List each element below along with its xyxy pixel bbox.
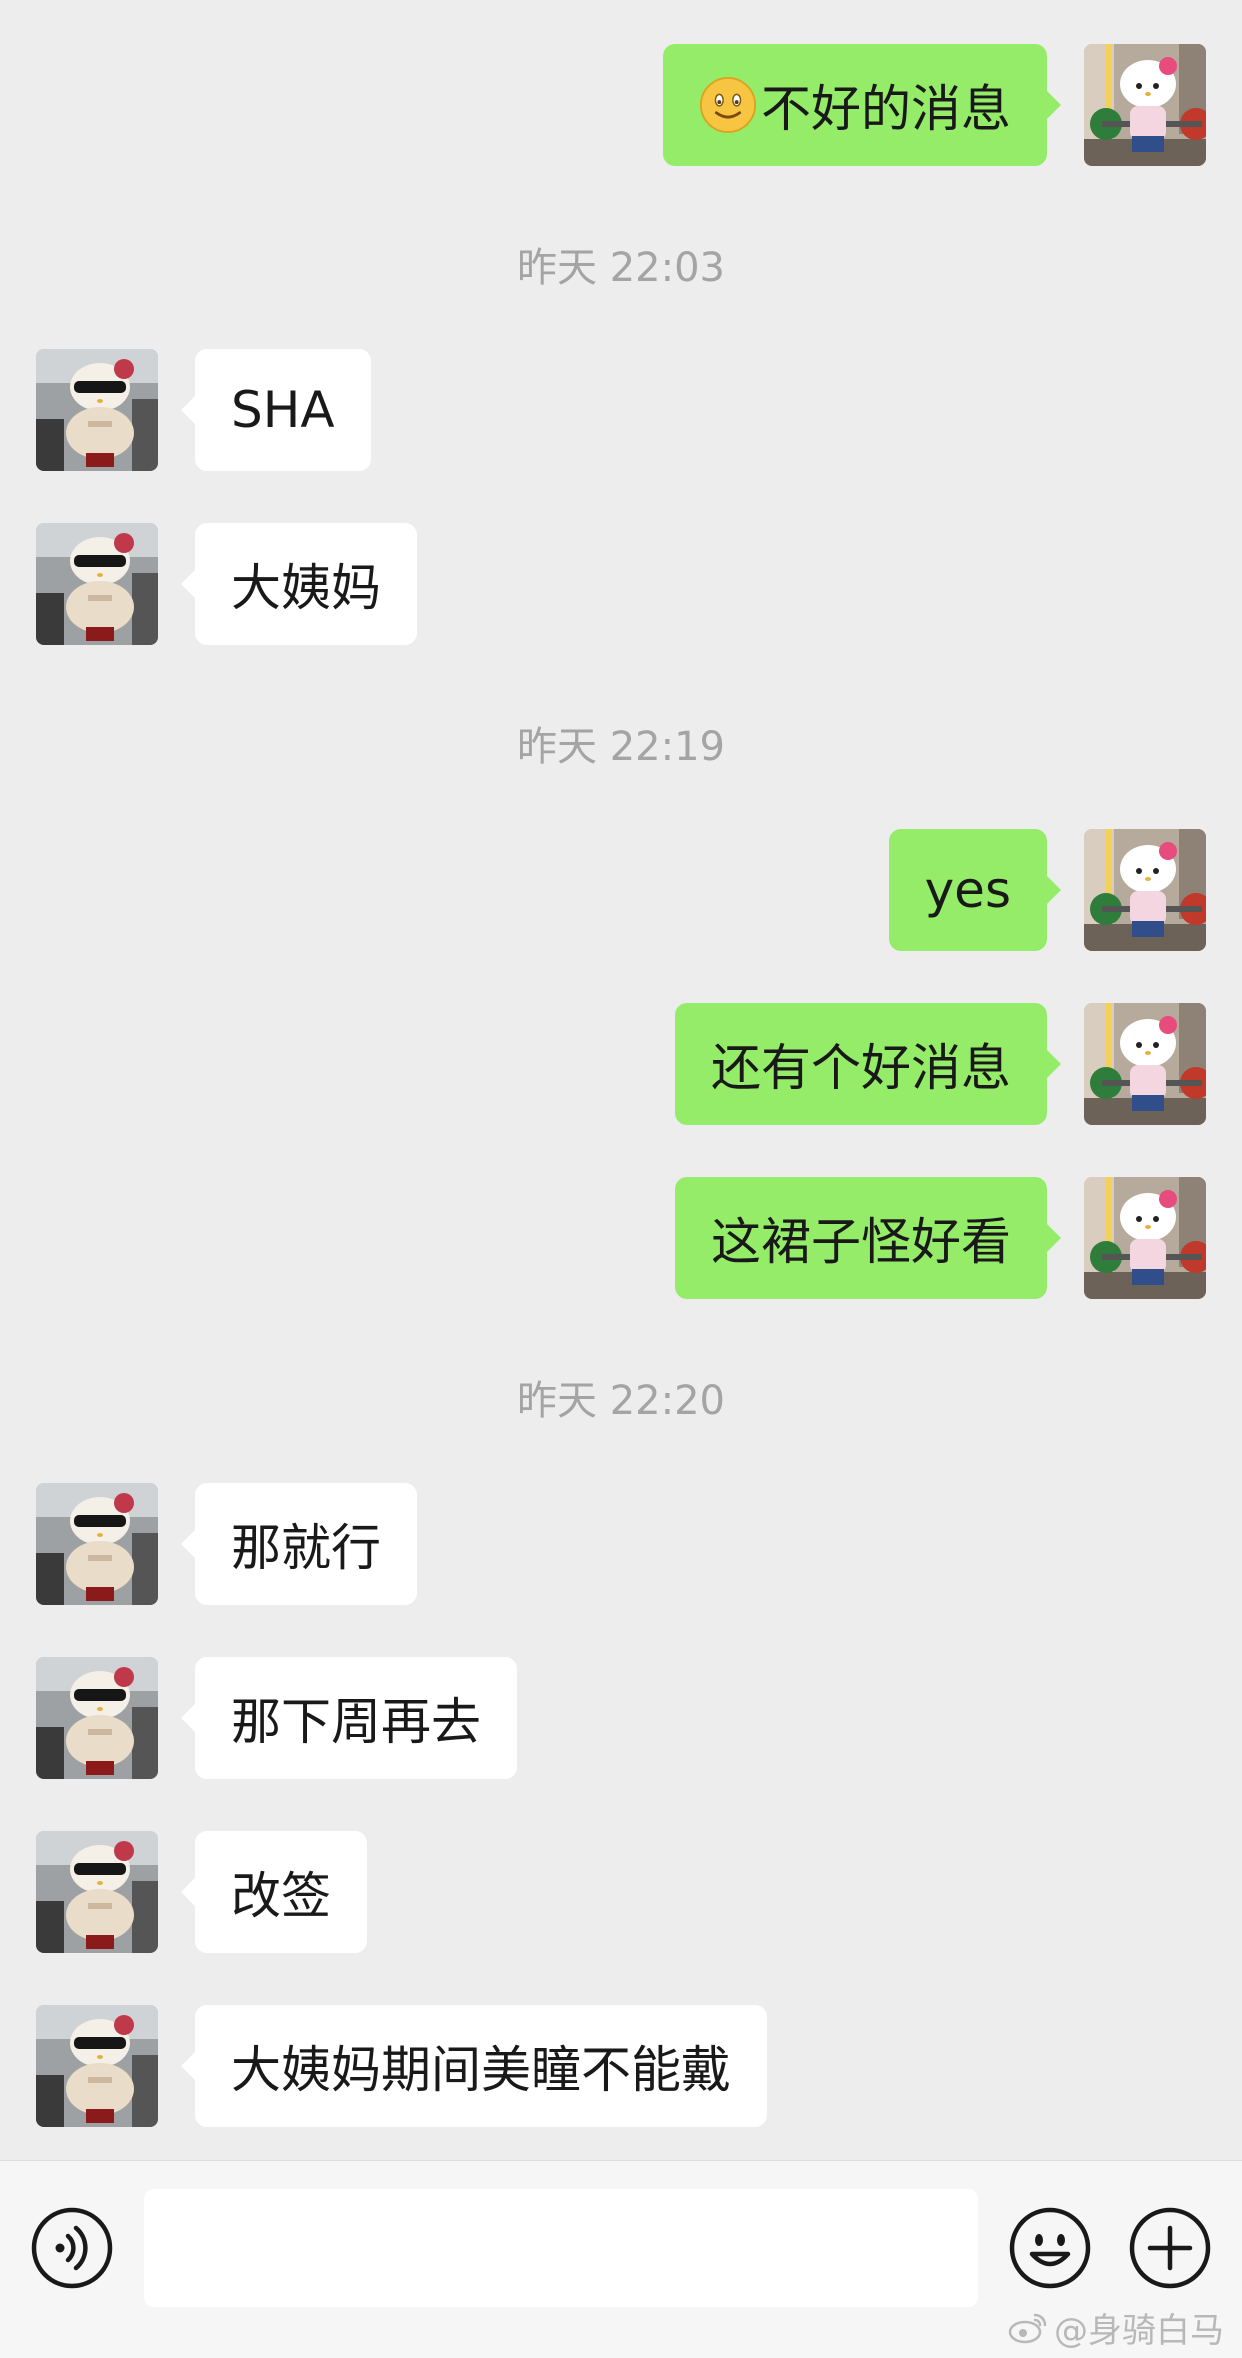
watermark: @身骑白马	[1008, 2303, 1224, 2352]
message-text: 还有个好消息	[711, 1039, 1011, 1097]
message-text: 这裙子怪好看	[711, 1213, 1011, 1271]
timestamp: 昨天 22:19	[517, 724, 725, 770]
chat-area[interactable]: 不好的消息 昨天 22:03 SHA 大姨妈 昨天 22:19 yes 还有个好…	[0, 0, 1242, 2160]
emoji-icon[interactable]	[1008, 2206, 1092, 2290]
message-row: 那下周再去	[0, 1657, 1242, 1779]
message-bubble-received[interactable]: 那下周再去	[181, 1657, 517, 1779]
message-text: 大姨妈期间美瞳不能戴	[231, 2041, 731, 2099]
message-bubble-received[interactable]: 改签	[181, 1831, 367, 1953]
message-bubble-sent[interactable]: 不好的消息	[663, 44, 1061, 166]
message-input[interactable]	[144, 2189, 978, 2307]
contact-avatar[interactable]	[36, 1483, 158, 1605]
watermark-text: @身骑白马	[1054, 2311, 1224, 2351]
weibo-logo-icon	[1008, 2313, 1047, 2343]
contact-avatar[interactable]	[36, 523, 158, 645]
message-row: 大姨妈期间美瞳不能戴	[0, 2005, 1242, 2127]
smiley-emoji-icon	[699, 76, 757, 134]
message-text: SHA	[231, 381, 335, 439]
message-bubble-received[interactable]: 那就行	[181, 1483, 417, 1605]
contact-avatar[interactable]	[36, 349, 158, 471]
input-bar: @身骑白马	[0, 2160, 1242, 2358]
contact-avatar[interactable]	[36, 1657, 158, 1779]
message-bubble-sent[interactable]: 还有个好消息	[675, 1003, 1061, 1125]
message-text: 大姨妈	[231, 559, 381, 617]
message-row: SHA	[0, 349, 1242, 471]
message-text: 改签	[231, 1867, 331, 1925]
message-row: yes	[0, 829, 1242, 951]
voice-icon[interactable]	[30, 2206, 114, 2290]
message-bubble-sent[interactable]: 这裙子怪好看	[675, 1177, 1061, 1299]
message-text: yes	[924, 861, 1011, 919]
my-avatar[interactable]	[1084, 1177, 1206, 1299]
my-avatar[interactable]	[1084, 829, 1206, 951]
contact-avatar[interactable]	[36, 2005, 158, 2127]
message-text: 不好的消息	[761, 80, 1011, 138]
my-avatar[interactable]	[1084, 44, 1206, 166]
message-row: 还有个好消息	[0, 1003, 1242, 1125]
message-text: 那就行	[231, 1519, 381, 1577]
message-text: 那下周再去	[231, 1693, 481, 1751]
timestamp: 昨天 22:20	[517, 1378, 725, 1424]
contact-avatar[interactable]	[36, 1831, 158, 1953]
message-bubble-received[interactable]: 大姨妈期间美瞳不能戴	[181, 2005, 767, 2127]
plus-icon[interactable]	[1128, 2206, 1212, 2290]
my-avatar[interactable]	[1084, 1003, 1206, 1125]
message-bubble-received[interactable]: 大姨妈	[181, 523, 417, 645]
message-row: 那就行	[0, 1483, 1242, 1605]
message-row: 不好的消息	[0, 44, 1242, 166]
message-bubble-received[interactable]: SHA	[181, 349, 371, 471]
message-bubble-sent[interactable]: yes	[888, 829, 1062, 951]
message-row: 改签	[0, 1831, 1242, 1953]
timestamp: 昨天 22:03	[517, 245, 725, 291]
message-row: 这裙子怪好看	[0, 1177, 1242, 1299]
message-row: 大姨妈	[0, 523, 1242, 645]
